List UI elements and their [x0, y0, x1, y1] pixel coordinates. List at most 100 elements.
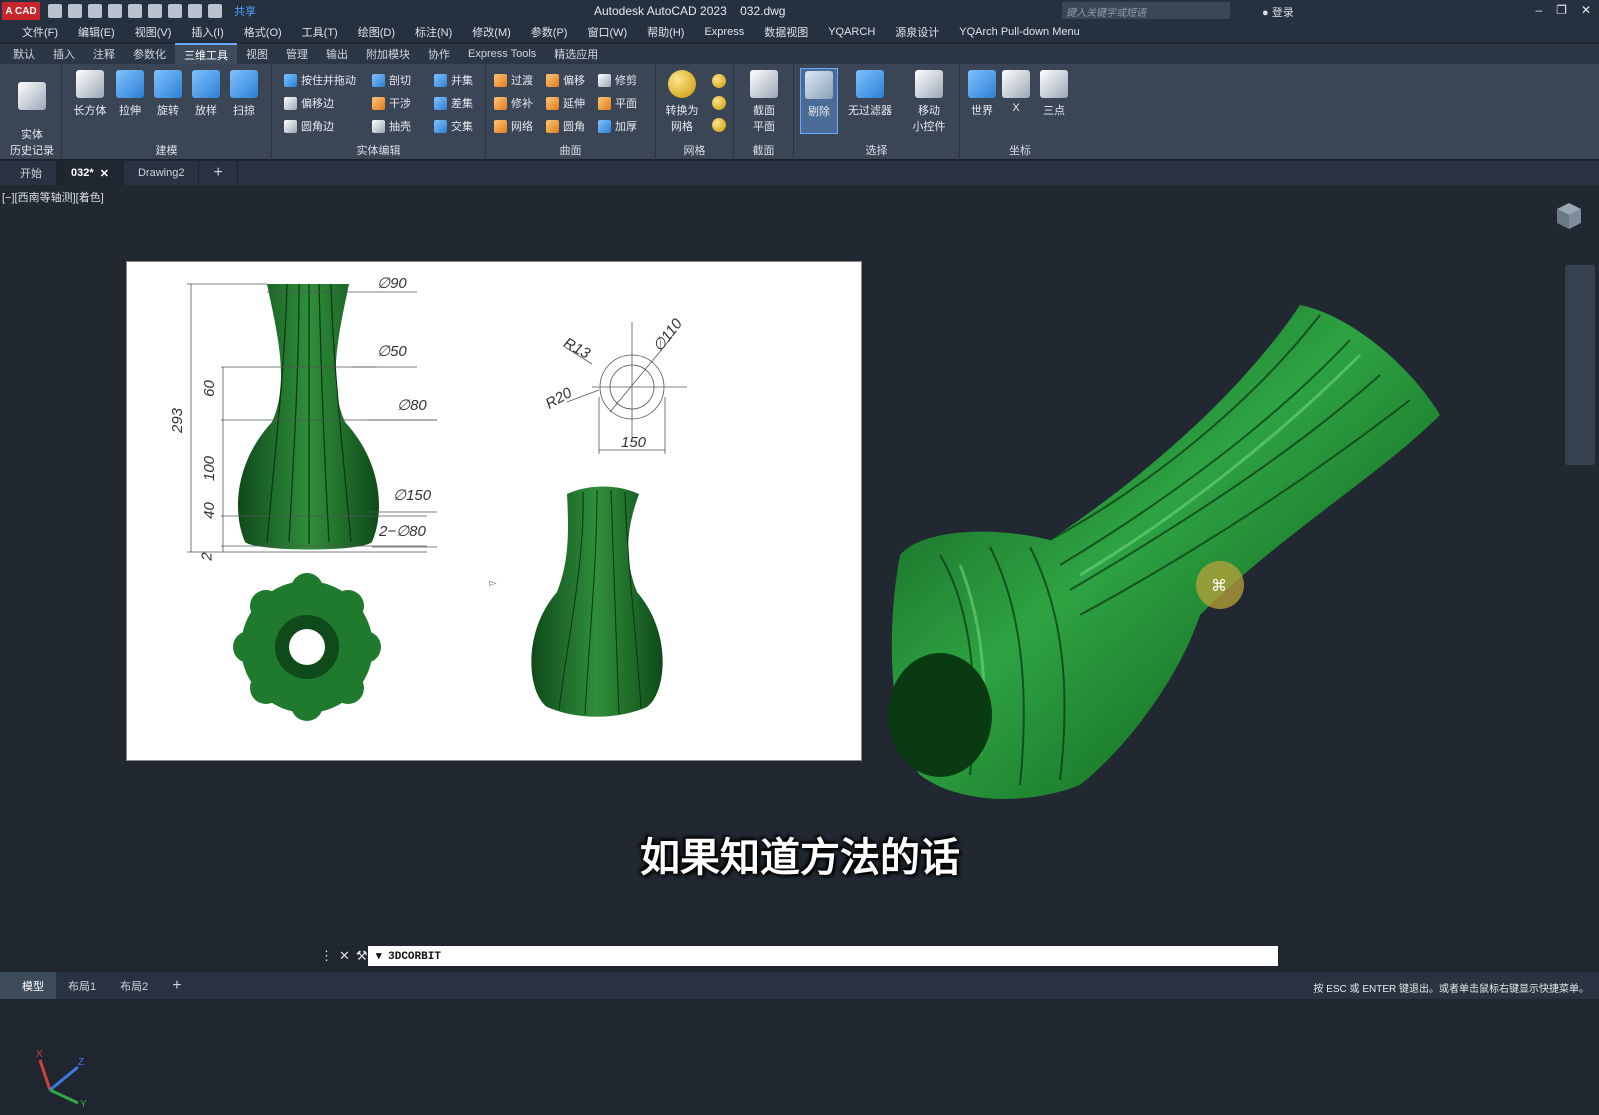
fillet-edge-button[interactable]: 圆角边	[284, 118, 334, 134]
network-button[interactable]: 网络	[494, 118, 533, 134]
grip-icon[interactable]: ⋮	[320, 948, 333, 964]
panel-title-selection[interactable]: 选择	[794, 142, 959, 158]
drawing-viewport[interactable]: [−][西南等轴测][着色] ▻ ∅90 ∅50 ∅80 ∅150 2−∅80 …	[0, 185, 1599, 1110]
close-command-icon[interactable]: ✕	[339, 948, 350, 964]
panel-title-surface[interactable]: 曲面	[486, 142, 655, 158]
autocad-logo[interactable]: A CAD	[2, 2, 40, 20]
tab-manage[interactable]: 管理	[277, 44, 317, 64]
menu-tools[interactable]: 工具(T)	[292, 24, 348, 40]
panel-title-mesh[interactable]: 网格	[656, 142, 733, 158]
blend-button[interactable]: 过渡	[494, 72, 533, 88]
planar-button[interactable]: 平面	[598, 95, 637, 111]
no-filter-button[interactable]: 无过滤器	[842, 70, 898, 118]
close-tab-icon[interactable]: ✕	[100, 167, 109, 180]
convert-to-mesh-button[interactable]: 转换为 网格	[660, 70, 704, 134]
search-input[interactable]: 键入关键字或短语	[1062, 2, 1230, 19]
offset-edge-button[interactable]: 偏移边	[284, 95, 334, 111]
menu-window[interactable]: 窗口(W)	[577, 24, 637, 40]
menu-yqarch-pulldown[interactable]: YQArch Pull-down Menu	[949, 26, 1089, 38]
menu-express[interactable]: Express	[694, 26, 754, 38]
slice-button[interactable]: 剖切	[372, 72, 411, 88]
vase-3d-model[interactable]: ⌘	[880, 285, 1480, 815]
shell-button[interactable]: 抽壳	[372, 118, 411, 134]
presspull-button[interactable]: 按住并拖动	[284, 72, 356, 88]
new-file-icon[interactable]	[48, 4, 62, 18]
share-button[interactable]: 共享	[234, 3, 256, 19]
menu-help[interactable]: 帮助(H)	[637, 24, 694, 40]
culling-button[interactable]: 剔除	[800, 68, 838, 134]
viewport-controls-label[interactable]: [−][西南等轴测][着色]	[2, 189, 104, 205]
menu-parametric[interactable]: 参数(P)	[521, 24, 578, 40]
menu-draw[interactable]: 绘图(D)	[348, 24, 405, 40]
layout-tab-model[interactable]: 模型	[0, 972, 56, 999]
tab-collaborate[interactable]: 协作	[419, 44, 459, 64]
menu-modify[interactable]: 修改(M)	[462, 24, 521, 40]
tab-view[interactable]: 视图	[237, 44, 277, 64]
menu-insert[interactable]: 插入(I)	[181, 24, 233, 40]
doc-tab-drawing2[interactable]: Drawing2	[124, 161, 200, 185]
add-layout-button[interactable]: +	[160, 972, 193, 999]
offset-surface-button[interactable]: 偏移	[546, 72, 585, 88]
menu-file[interactable]: 文件(F)	[12, 24, 68, 40]
smooth-less-icon[interactable]	[712, 96, 726, 110]
surface-fillet-button[interactable]: 圆角	[546, 118, 585, 134]
panel-title-coordinates[interactable]: 坐标	[960, 142, 1080, 158]
panel-title-section[interactable]: 截面	[734, 142, 793, 158]
loft-button[interactable]: 放样	[186, 70, 226, 118]
ucs-3point-button[interactable]: 三点	[1034, 70, 1074, 118]
thicken-button[interactable]: 加厚	[598, 118, 637, 134]
revolve-button[interactable]: 旋转	[148, 70, 188, 118]
print-icon[interactable]	[168, 4, 182, 18]
save-icon[interactable]	[88, 4, 102, 18]
layout-tab-layout2[interactable]: 布局2	[108, 972, 160, 999]
refine-mesh-icon[interactable]	[712, 118, 726, 132]
tab-addins[interactable]: 附加模块	[357, 44, 419, 64]
trim-surface-button[interactable]: 修剪	[598, 72, 637, 88]
tab-3d-tools[interactable]: 三维工具	[175, 43, 237, 65]
tab-default[interactable]: 默认	[4, 44, 44, 64]
tab-output[interactable]: 输出	[317, 44, 357, 64]
intersect-button[interactable]: 交集	[434, 118, 473, 134]
navigation-bar[interactable]	[1565, 265, 1595, 465]
tab-annotate[interactable]: 注释	[84, 44, 124, 64]
solid-history-button[interactable]: 实体 历史记录	[6, 70, 58, 158]
subtract-button[interactable]: 差集	[434, 95, 473, 111]
box-button[interactable]: 长方体	[70, 70, 110, 118]
union-button[interactable]: 并集	[434, 72, 473, 88]
tab-featured-apps[interactable]: 精选应用	[545, 44, 607, 64]
menu-edit[interactable]: 编辑(E)	[68, 24, 125, 40]
extrude-button[interactable]: 拉伸	[110, 70, 150, 118]
menu-data-view[interactable]: 数据视图	[754, 24, 818, 40]
tab-parametric[interactable]: 参数化	[124, 44, 175, 64]
viewcube-icon[interactable]	[1553, 199, 1585, 235]
new-tab-button[interactable]: +	[199, 161, 238, 185]
undo-icon[interactable]	[188, 4, 202, 18]
menu-view[interactable]: 视图(V)	[125, 24, 182, 40]
doc-tab-start[interactable]: 开始	[0, 161, 57, 185]
login-button[interactable]: ● 登录	[1262, 4, 1294, 20]
publish-icon[interactable]	[128, 4, 142, 18]
extend-button[interactable]: 延伸	[546, 95, 585, 111]
panel-title-modeling[interactable]: 建模	[62, 142, 271, 158]
menu-format[interactable]: 格式(O)	[234, 24, 292, 40]
menu-yuanquan[interactable]: 源泉设计	[885, 24, 949, 40]
doc-tab-032[interactable]: 032* ✕	[57, 161, 124, 185]
save-as-icon[interactable]	[108, 4, 122, 18]
command-input[interactable]: ▾ 3DCORBIT	[368, 946, 1278, 966]
menu-yqarch[interactable]: YQARCH	[818, 26, 885, 38]
menu-dimension[interactable]: 标注(N)	[405, 24, 462, 40]
close-icon[interactable]: ✕	[1581, 3, 1591, 17]
plot-icon[interactable]	[148, 4, 162, 18]
interfere-button[interactable]: 干涉	[372, 95, 411, 111]
ucs-x-button[interactable]: X	[996, 70, 1036, 114]
restore-icon[interactable]: ❐	[1556, 3, 1567, 17]
tab-express-tools[interactable]: Express Tools	[459, 46, 545, 62]
move-gizmo-button[interactable]: 移动 小控件	[904, 70, 954, 134]
sweep-button[interactable]: 扫掠	[224, 70, 264, 118]
redo-icon[interactable]	[208, 4, 222, 18]
layout-tab-layout1[interactable]: 布局1	[56, 972, 108, 999]
patch-button[interactable]: 修补	[494, 95, 533, 111]
panel-title-solid-edit[interactable]: 实体编辑	[272, 142, 485, 158]
customize-wrench-icon[interactable]: ⚒	[356, 948, 368, 964]
tab-insert[interactable]: 插入	[44, 44, 84, 64]
